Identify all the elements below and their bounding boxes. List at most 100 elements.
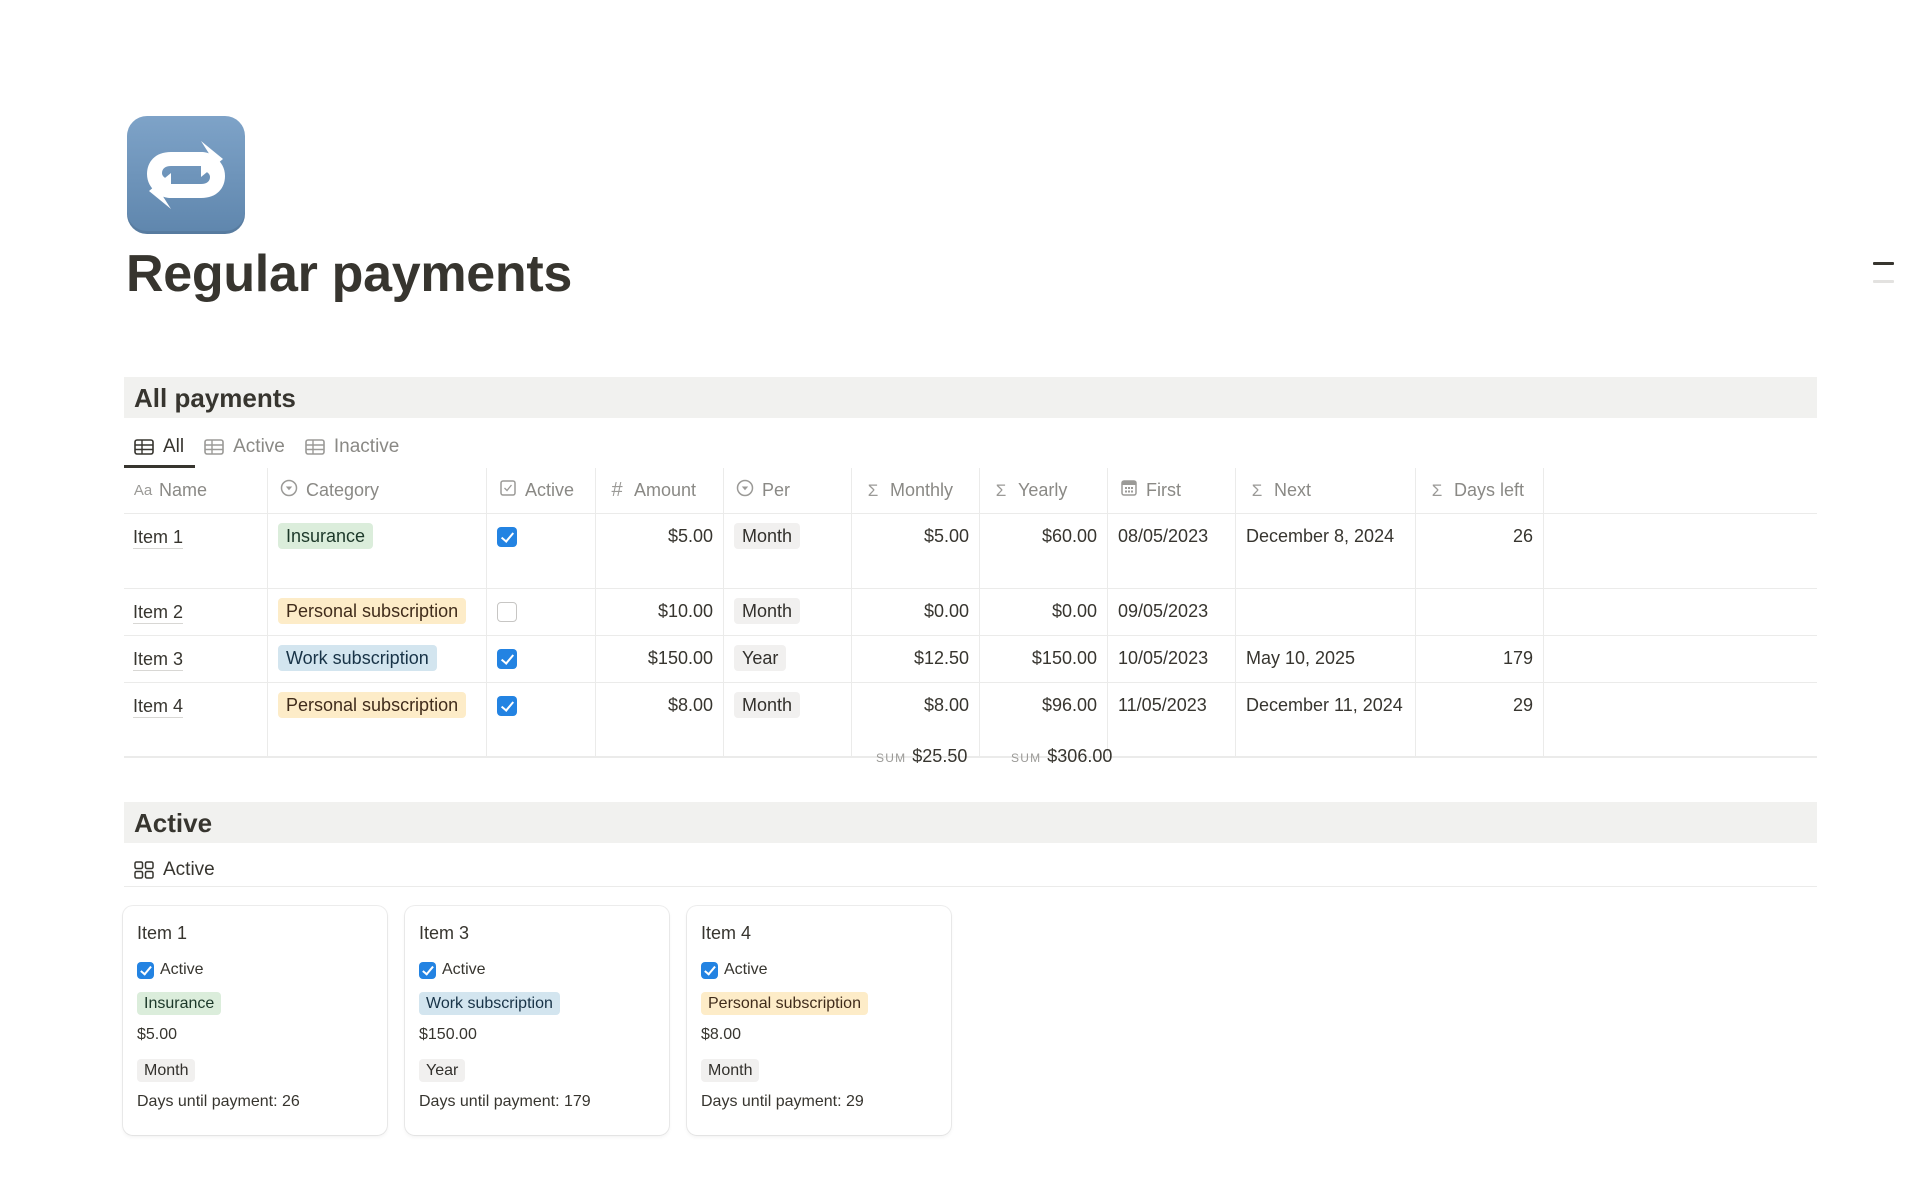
active-checkbox[interactable] <box>497 527 517 547</box>
cell-per[interactable]: Month <box>724 683 852 756</box>
tab-active[interactable]: Active <box>194 432 295 462</box>
column-header-category[interactable]: Category <box>268 468 487 513</box>
cell-days-left: 26 <box>1416 514 1544 588</box>
column-header-first[interactable]: First <box>1108 468 1236 513</box>
active-checkbox[interactable] <box>419 961 436 979</box>
cell-empty <box>1544 683 1817 756</box>
cell-amount[interactable]: $150.00 <box>596 636 724 682</box>
toc-item[interactable] <box>1873 280 1894 283</box>
column-header-amount[interactable]: # Amount <box>596 468 724 513</box>
cell-category[interactable]: Personal subscription <box>268 589 487 635</box>
cell-name[interactable]: Item 1 <box>124 514 268 588</box>
toc-item-active[interactable] <box>1873 262 1894 265</box>
table-row[interactable]: Item 2 Personal subscription $10.00 Month $0… <box>124 589 1817 636</box>
gallery-card[interactable]: Item 4 Active Personal subscription $8.00 Mo… <box>687 906 951 1135</box>
cell-next: May 10, 2025 <box>1236 636 1416 682</box>
cell-per[interactable]: Month <box>724 589 852 635</box>
formula-property-icon: Σ <box>995 480 1007 500</box>
cell-name[interactable]: Item 4 <box>124 683 268 756</box>
active-label: Active <box>160 961 204 978</box>
row-name-link[interactable]: Item 1 <box>133 526 184 549</box>
table-of-contents[interactable] <box>1873 262 1894 298</box>
row-name-link[interactable]: Item 3 <box>133 648 184 671</box>
cell-active <box>487 636 596 682</box>
card-category: Insurance <box>137 992 373 1015</box>
column-header-days-left[interactable]: Σ Days left <box>1416 468 1544 513</box>
cell-category[interactable]: Work subscription <box>268 636 487 682</box>
cell-amount[interactable]: $8.00 <box>596 683 724 756</box>
column-label: Per <box>762 480 791 500</box>
column-header-monthly[interactable]: Σ Monthly <box>852 468 980 513</box>
per-tag: Year <box>734 645 787 671</box>
cell-yearly: $0.00 <box>980 589 1108 635</box>
column-label: Yearly <box>1018 480 1068 500</box>
category-tag: Personal subscription <box>278 692 467 718</box>
cell-first[interactable]: 08/05/2023 <box>1108 514 1236 588</box>
gallery-card[interactable]: Item 1 Active Insurance $5.00 Month Days unti… <box>123 906 387 1135</box>
table-row[interactable]: Item 3 Work subscription $150.00 Year $12.50… <box>124 636 1817 683</box>
sum-yearly[interactable]: SUM $306.00 <box>1011 746 1112 774</box>
card-per: Month <box>701 1059 937 1082</box>
tab-all[interactable]: All <box>124 432 194 462</box>
cell-category[interactable]: Insurance <box>268 514 487 588</box>
cell-amount[interactable]: $10.00 <box>596 589 724 635</box>
column-header-active[interactable]: Active <box>487 468 596 513</box>
category-tag: Work subscription <box>278 645 437 671</box>
card-days-until-payment: Days until payment: 29 <box>701 1093 864 1110</box>
active-checkbox[interactable] <box>701 961 718 979</box>
sum-monthly[interactable]: SUM $25.50 <box>876 746 967 774</box>
card-title: Item 1 <box>137 923 188 943</box>
tab-inactive[interactable]: Inactive <box>295 432 409 462</box>
cell-active <box>487 514 596 588</box>
card-days-until-payment: Days until payment: 179 <box>419 1093 591 1110</box>
active-heading: Active <box>124 802 1817 843</box>
cell-per[interactable]: Month <box>724 514 852 588</box>
column-header-name[interactable]: Aa Name <box>124 468 268 513</box>
sum-value: $25.50 <box>912 746 968 766</box>
card-days-until-payment: Days until payment: 26 <box>137 1093 300 1110</box>
row-name-link[interactable]: Item 2 <box>133 601 184 624</box>
gallery-icon <box>134 861 154 879</box>
view-tabs: All Active Inactive <box>124 432 409 468</box>
column-label: Days left <box>1454 480 1525 500</box>
row-name-link[interactable]: Item 4 <box>133 695 184 718</box>
column-header-empty <box>1544 468 1817 513</box>
tab-active-gallery[interactable]: Active <box>134 859 215 881</box>
gallery-card[interactable]: Item 3 Active Work subscription $150.00 Year… <box>405 906 669 1135</box>
calendar-icon <box>1118 479 1140 502</box>
active-checkbox[interactable] <box>137 961 154 979</box>
gallery-divider <box>124 886 1817 887</box>
category-tag: Personal subscription <box>278 598 467 624</box>
cell-category[interactable]: Personal subscription <box>268 683 487 756</box>
cell-amount[interactable]: $5.00 <box>596 514 724 588</box>
table-icon <box>305 439 325 455</box>
cell-first[interactable]: 11/05/2023 <box>1108 683 1236 756</box>
active-checkbox[interactable] <box>497 602 517 622</box>
column-header-next[interactable]: Σ Next <box>1236 468 1416 513</box>
formula-property-icon: Σ <box>1431 480 1443 500</box>
sum-label: SUM <box>1011 751 1042 765</box>
table-row[interactable]: Item 1 Insurance $5.00 Month $5.00 $60.00 08/0… <box>124 514 1817 589</box>
column-header-per[interactable]: Per <box>724 468 852 513</box>
table-body: Item 1 Insurance $5.00 Month $5.00 $60.00 08/0… <box>124 514 1817 758</box>
column-label: Name <box>159 480 208 500</box>
cell-first[interactable]: 10/05/2023 <box>1108 636 1236 682</box>
category-tag: Insurance <box>137 992 222 1015</box>
card-title: Item 3 <box>419 923 470 943</box>
select-property-icon <box>278 479 300 502</box>
column-header-yearly[interactable]: Σ Yearly <box>980 468 1108 513</box>
cell-first[interactable]: 09/05/2023 <box>1108 589 1236 635</box>
cell-name[interactable]: Item 2 <box>124 589 268 635</box>
cell-empty <box>1544 636 1817 682</box>
cell-empty <box>1544 514 1817 588</box>
formula-property-icon: Σ <box>1251 480 1263 500</box>
checkbox-property-icon <box>497 479 519 502</box>
sum-label: SUM <box>876 751 907 765</box>
active-checkbox[interactable] <box>497 696 517 716</box>
active-checkbox[interactable] <box>497 649 517 669</box>
table-icon <box>204 439 224 455</box>
page-icon-repeat[interactable] <box>127 116 245 234</box>
cell-per[interactable]: Year <box>724 636 852 682</box>
table-row[interactable]: Item 4 Personal subscription $8.00 Month $8.… <box>124 683 1817 758</box>
cell-name[interactable]: Item 3 <box>124 636 268 682</box>
